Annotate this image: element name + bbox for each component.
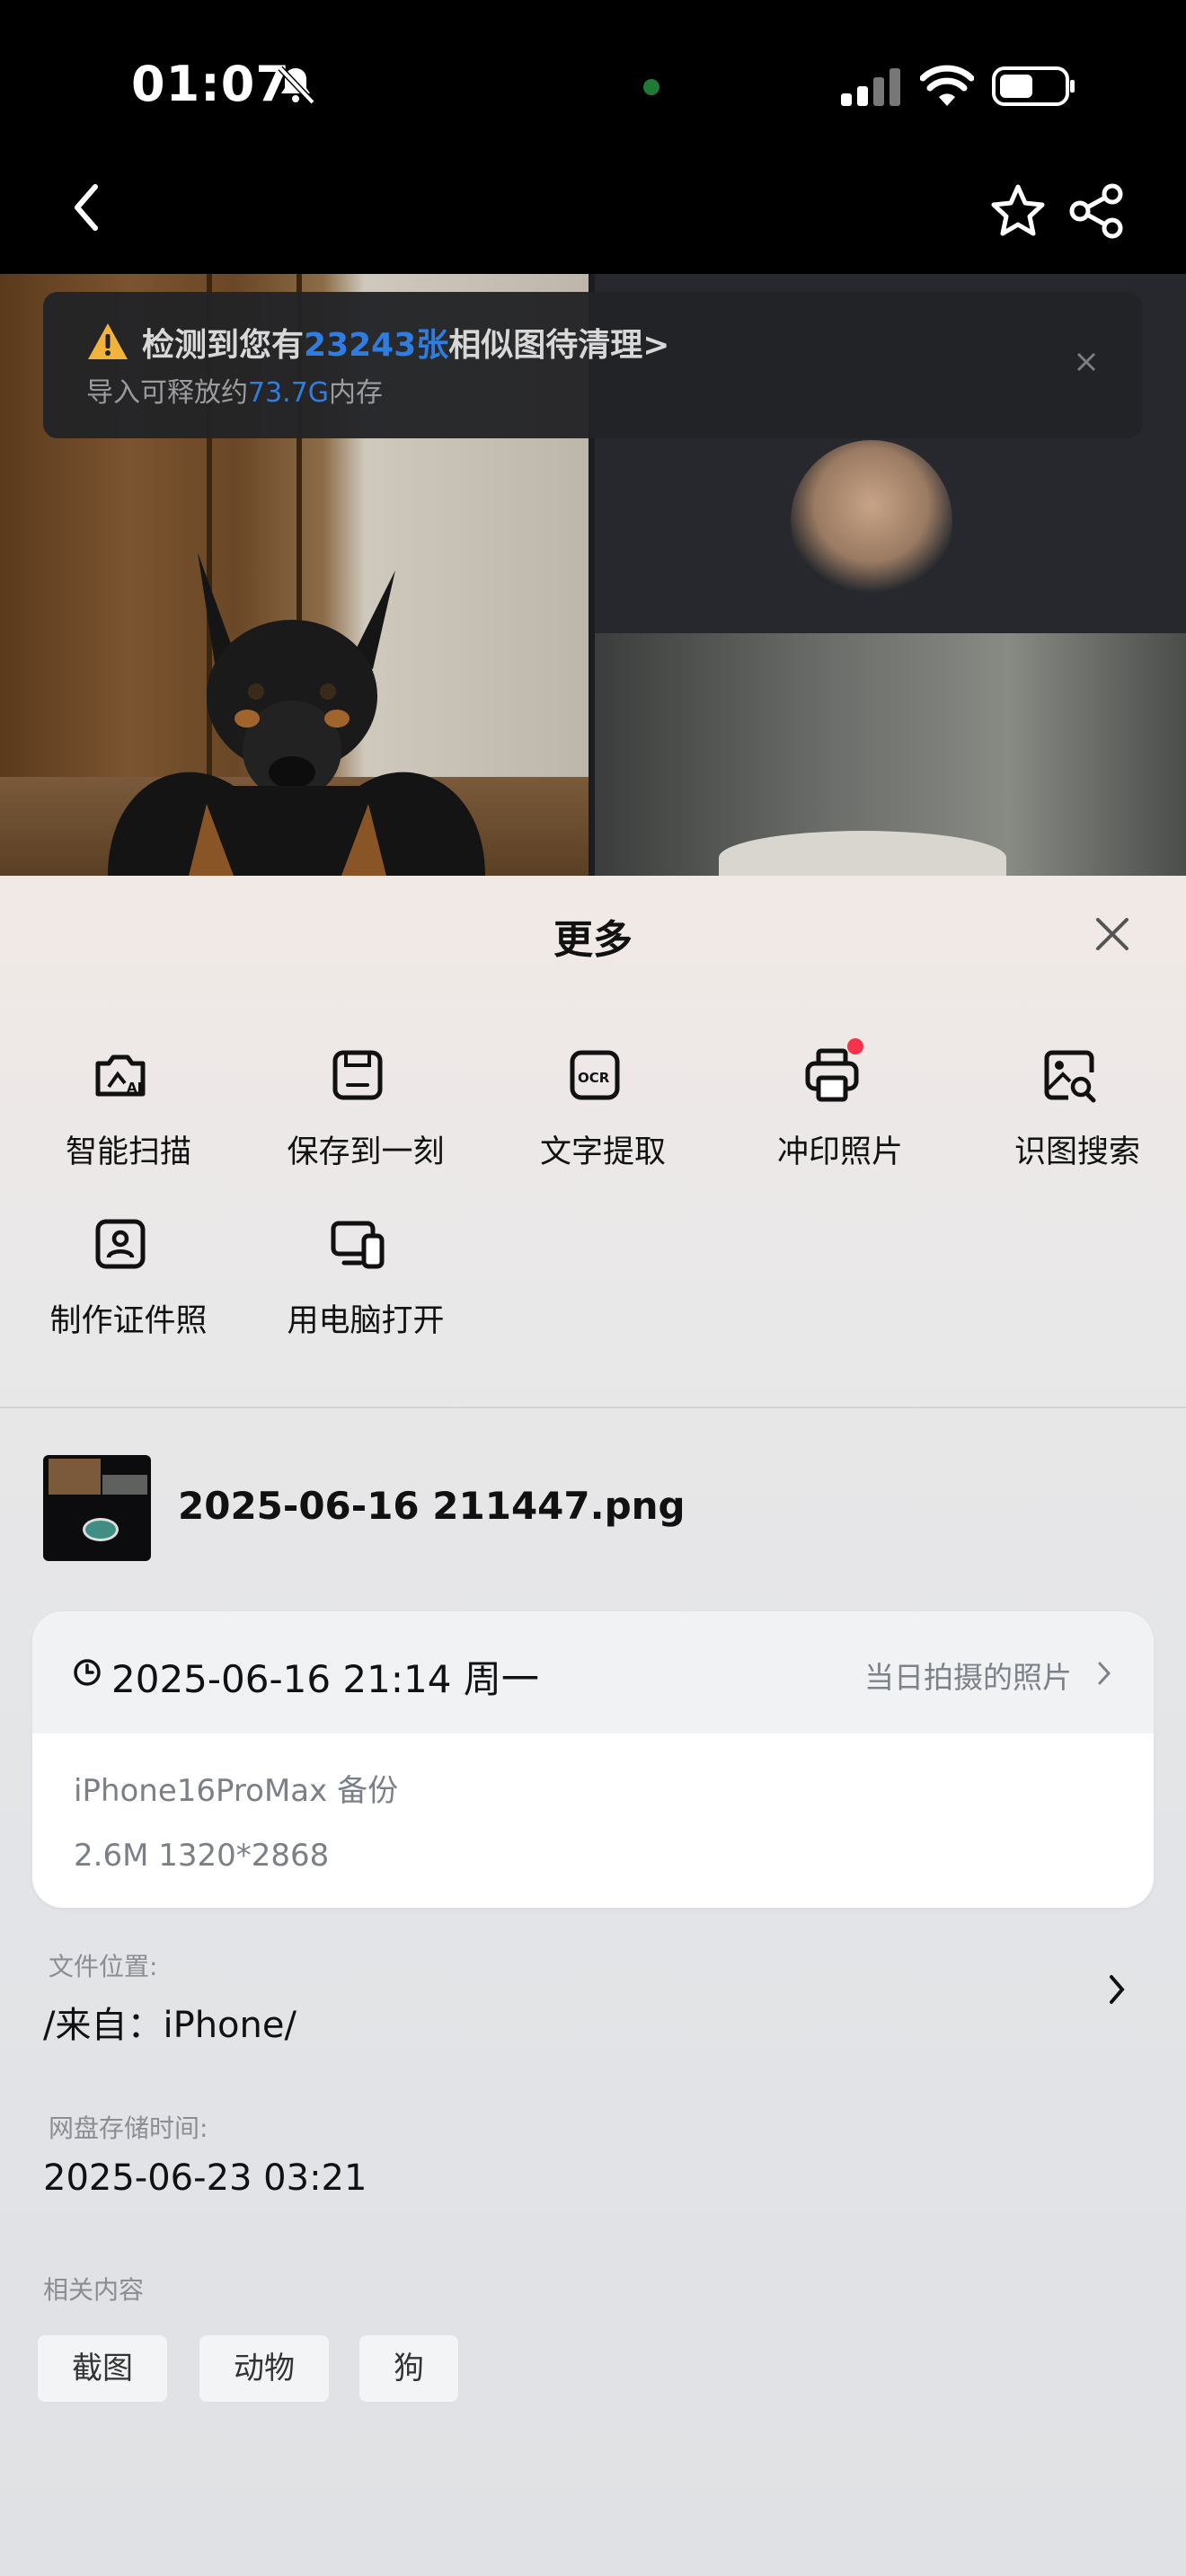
status-bar: 01:07	[0, 0, 1186, 171]
notification-dot	[847, 1038, 863, 1054]
tag-dog[interactable]: 狗	[359, 2335, 458, 2402]
camera-indicator-icon	[643, 79, 659, 95]
cellular-signal-icon	[841, 68, 900, 106]
bell-slash-icon	[278, 66, 315, 105]
action-label: 保存到一刻	[287, 1134, 445, 1170]
svg-text:AI: AI	[127, 1080, 142, 1096]
chevron-left-icon[interactable]	[66, 176, 106, 239]
printer-icon	[805, 1048, 859, 1102]
action-save[interactable]: 保存到一刻	[247, 1045, 463, 1198]
storage-time-value: 2025-06-23 03:21	[43, 2157, 367, 2199]
file-name: 2025-06-16 211447.png	[178, 1484, 686, 1528]
file-size-resolution: 2.6M 1320*2868	[74, 1838, 330, 1874]
battery-icon	[992, 66, 1075, 106]
action-print-photos[interactable]: 冲印照片	[721, 1038, 937, 1198]
share-icon[interactable]	[1066, 181, 1127, 241]
tag-animal[interactable]: 动物	[199, 2335, 329, 2402]
wifi-icon	[920, 65, 974, 106]
notice-size: 73.7G	[248, 377, 330, 409]
close-icon[interactable]	[1094, 916, 1130, 952]
save-icon	[332, 1050, 383, 1100]
star-icon[interactable]	[988, 181, 1048, 241]
location-value[interactable]: /来自：iPhone/	[43, 1996, 296, 2048]
notice-count: 23243张	[304, 327, 449, 364]
chevron-right-icon[interactable]	[1096, 1660, 1112, 1687]
action-label: 用电脑打开	[287, 1303, 445, 1339]
smart-scan-icon: AI	[95, 1054, 146, 1097]
warning-icon	[88, 323, 128, 359]
clock-icon	[74, 1659, 101, 1686]
notice-title[interactable]: 检测到您有23243张相似图待清理>	[142, 319, 669, 366]
capture-datetime: 2025-06-16 21:14 周一	[111, 1657, 539, 1701]
id-photo-icon	[95, 1219, 146, 1269]
same-day-photos-link[interactable]: 当日拍摄的照片	[864, 1654, 1072, 1697]
ocr-icon: OCR	[570, 1050, 620, 1100]
action-label: 冲印照片	[776, 1134, 903, 1170]
location-label: 文件位置:	[49, 1952, 158, 1981]
storage-time-label: 网盘存储时间:	[49, 2113, 208, 2143]
open-on-computer-icon	[331, 1221, 385, 1269]
divider	[0, 1407, 1186, 1408]
sheet-title: 更多	[553, 917, 633, 963]
close-icon[interactable]	[1071, 347, 1102, 377]
related-content-label: 相关内容	[43, 2275, 145, 2305]
action-label: 文字提取	[539, 1134, 666, 1170]
status-time: 01:07	[131, 56, 290, 112]
dog-image	[108, 552, 485, 876]
person-image	[791, 440, 952, 602]
action-label: 识图搜索	[1013, 1134, 1140, 1170]
svg-text:OCR: OCR	[578, 1070, 610, 1086]
action-ocr[interactable]: OCR 文字提取	[484, 1045, 700, 1198]
action-open-on-computer[interactable]: 用电脑打开	[247, 1214, 463, 1367]
tag-screenshot[interactable]: 截图	[38, 2335, 167, 2402]
action-label: 制作证件照	[49, 1303, 208, 1339]
backup-device: iPhone16ProMax 备份	[74, 1773, 399, 1809]
image-search-icon	[1044, 1050, 1096, 1103]
notice-subtitle: 导入可释放约73.7G内存	[86, 377, 384, 409]
action-image-search[interactable]: 识图搜索	[959, 1045, 1174, 1198]
chevron-right-icon[interactable]	[1107, 1972, 1127, 2007]
action-smart-scan[interactable]: AI 智能扫描	[10, 1045, 226, 1198]
action-id-photo[interactable]: 制作证件照	[10, 1214, 226, 1367]
action-label: 智能扫描	[65, 1134, 191, 1170]
file-thumbnail[interactable]	[43, 1455, 151, 1561]
